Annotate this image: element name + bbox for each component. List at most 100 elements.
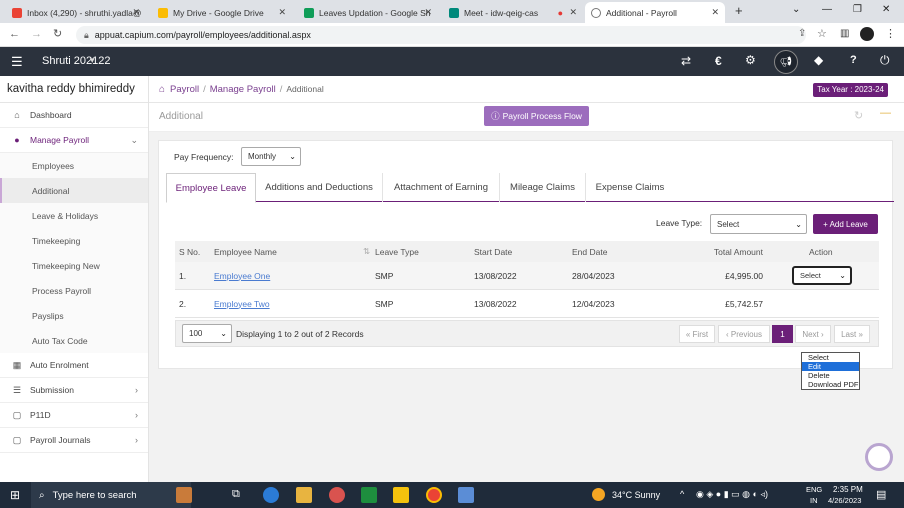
sidebar-sub-payslips[interactable]: Payslips [0,303,148,328]
app-icon[interactable] [361,487,377,503]
pager-next-button[interactable]: Next › [795,325,831,343]
pay-frequency-select[interactable]: Monthly ⌄ [241,147,301,166]
transfer-icon[interactable]: ⇄ [681,54,691,68]
sidebar-sub-additional[interactable]: Additional [0,178,148,203]
tray-icons[interactable]: ◉ ◈ ● ▮ ▭ ◍ ◐ ◃) [696,489,768,500]
app-icon[interactable] [329,487,345,503]
close-icon[interactable]: ✕ [132,7,140,18]
app-icon[interactable] [458,487,474,503]
sidebar-sub-auto-tax-code[interactable]: Auto Tax Code [0,328,148,353]
sidebar-item-dashboard[interactable]: ⌂ Dashboard [0,103,148,128]
file-explorer-icon[interactable] [296,487,312,503]
chrome-icon[interactable] [426,487,442,503]
sidebar: kavitha reddy bhimireddy ⌂ Dashboard ● M… [0,76,149,482]
weather-text[interactable]: 34°C Sunny [612,490,660,500]
task-view-icon[interactable]: ⧉ [232,488,240,501]
browser-tab-sheets[interactable]: Leaves Updation - Google Sh ✕ [298,2,438,23]
sidebar-item-manage-payroll[interactable]: ● Manage Payroll ⌄ [0,128,148,153]
windows-start-icon[interactable]: ⊞ [10,488,20,502]
browser-menu-icon[interactable]: ⋮ [885,27,896,40]
tab-search-icon[interactable]: ⌄ [792,4,800,15]
forward-icon[interactable]: → [31,28,42,40]
page-size-select[interactable]: 100 ⌄ [182,324,232,343]
company-dropdown-icon[interactable]: ▾ [90,55,95,66]
collapse-icon[interactable]: — [880,107,891,119]
minimize-icon[interactable]: — [822,4,832,15]
notification-icon[interactable]: ▤ [876,488,886,501]
back-icon[interactable]: ← [9,28,20,40]
close-icon[interactable]: ✕ [278,7,286,18]
new-tab-button[interactable]: + [735,3,743,18]
payroll-process-flow-button[interactable]: ⓘ Payroll Process Flow [484,106,589,126]
taskbar-search[interactable]: ⌕ Type here to search [31,482,191,508]
sticky-notes-icon[interactable] [393,487,409,503]
home-icon[interactable]: ⌂ [159,84,165,95]
share-icon[interactable]: ⇪ [798,28,806,39]
help-icon[interactable]: ? [850,54,857,66]
url-field[interactable]: 🔒︎ appuat.capium.com/payroll/employees/a… [76,26,806,44]
action-option-select[interactable]: Select [802,353,859,362]
language-indicator[interactable]: ENG [806,485,822,494]
action-option-edit[interactable]: Edit [802,362,859,371]
sidebar-item-submission[interactable]: ☰ Submission › [0,378,148,403]
home-icon: ⌂ [14,110,20,120]
megaphone-icon[interactable]: 📢︎ [774,50,798,74]
reload-icon[interactable]: ↻ [53,27,62,40]
pager-current-page[interactable]: 1 [772,325,793,343]
browser-tab-drive[interactable]: My Drive - Google Drive ✕ [152,2,292,23]
side-panel-icon[interactable]: ▥ [840,28,849,39]
employee-link[interactable]: Employee One [214,262,270,289]
sidebar-sub-employees[interactable]: Employees [0,153,148,178]
tray-chevron-icon[interactable]: ^ [680,489,684,499]
restore-icon[interactable]: ❐ [853,4,862,15]
window-close-icon[interactable]: ✕ [882,4,890,15]
close-icon[interactable]: ✕ [569,7,577,18]
chat-widget-icon[interactable] [865,443,893,471]
sidebar-item-p11d[interactable]: ▢ P11D › [0,403,148,428]
edge-icon[interactable] [263,487,279,503]
profile-avatar[interactable] [860,27,874,41]
action-option-delete[interactable]: Delete [802,371,859,380]
sidebar-sub-process-payroll[interactable]: Process Payroll [0,278,148,303]
tag-icon[interactable]: ◆ [814,53,823,67]
hamburger-menu-icon[interactable]: ☰ [11,54,23,70]
employee-link[interactable]: Employee Two [214,290,270,317]
sort-icon[interactable]: ⇅ [363,241,370,262]
sidebar-item-payroll-journals[interactable]: ▢ Payroll Journals › [0,428,148,453]
bookmark-star-icon[interactable]: ☆ [817,27,827,40]
pager-first-button[interactable]: « First [679,325,715,343]
lock-icon: 🔒︎ [84,29,89,40]
breadcrumb-payroll[interactable]: Payroll [170,84,199,95]
tab-employee-leave[interactable]: Employee Leave [166,173,256,203]
tab-mileage-claims[interactable]: Mileage Claims [500,173,586,202]
browser-tab-gmail[interactable]: Inbox (4,290) - shruthi.yadla@ ✕ [6,2,146,23]
browser-tab-meet[interactable]: Meet - idw-qeig-cas ● ✕ [443,2,583,23]
breadcrumb-manage-payroll[interactable]: Manage Payroll [210,84,276,95]
chevron-right-icon: › [135,385,138,395]
pager-last-button[interactable]: Last » [834,325,870,343]
tab-attachment-of-earning[interactable]: Attachment of Earning [383,173,500,202]
leave-type-select[interactable]: Select ⌄ [710,214,807,234]
action-option-download-pdf[interactable]: Download PDF [802,380,859,389]
close-icon[interactable]: ✕ [711,7,719,18]
close-icon[interactable]: ✕ [424,7,432,18]
refresh-icon[interactable]: ↻ [854,109,863,122]
clock-time[interactable]: 2:35 PM [833,485,863,494]
sidebar-sub-timekeeping-new[interactable]: Timekeeping New [0,253,148,278]
sidebar-sub-timekeeping[interactable]: Timekeeping [0,228,148,253]
pager-previous-button[interactable]: ‹ Previous [718,325,770,343]
action-select[interactable]: Select ⌄ [792,266,852,285]
network-icon[interactable]: ⚙ [745,53,756,67]
widgets-icon[interactable] [176,487,192,503]
weather-icon [592,488,605,501]
breadcrumb-current: Additional [286,84,324,94]
tab-bar: Employee Leave Additions and Deductions … [166,173,894,203]
tab-expense-claims[interactable]: Expense Claims [586,173,674,202]
power-icon[interactable]: ⏻ [880,53,890,68]
browser-tab-payroll[interactable]: Additional - Payroll ✕ [585,2,725,23]
tab-additions-deductions[interactable]: Additions and Deductions [256,173,383,202]
add-leave-button[interactable]: + Add Leave [813,214,878,234]
sidebar-item-auto-enrolment[interactable]: ▦ Auto Enrolment [0,353,148,378]
currency-icon[interactable]: € [715,54,722,68]
sidebar-sub-leave-holidays[interactable]: Leave & Holidays [0,203,148,228]
